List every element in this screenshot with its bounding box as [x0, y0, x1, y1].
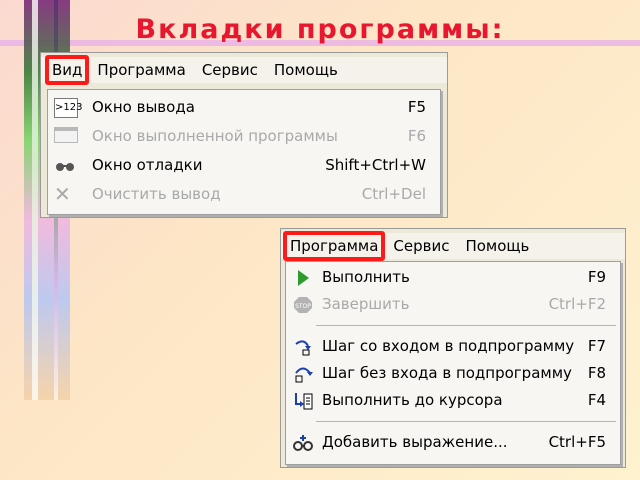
debug-glasses-icon	[54, 156, 76, 174]
menubar: Программа Сервис Помощь	[281, 231, 625, 261]
output-window-icon: >123	[54, 98, 82, 118]
window-icon	[54, 127, 78, 143]
menu-item-label: Очистить вывод	[92, 185, 221, 203]
menu-help[interactable]: Помощь	[457, 237, 537, 255]
menu-item-add-watch[interactable]: Добавить выражение... Ctrl+F5	[286, 429, 620, 456]
step-into-icon	[292, 338, 314, 356]
menu-item-shortcut: F9	[587, 268, 606, 286]
program-dropdown: Выполнить F9 STOP Завершить Ctrl+F2 Шаг …	[285, 261, 621, 465]
menu-item-executed-program-window[interactable]: Окно выполненной программы F6	[48, 122, 440, 151]
menu-view[interactable]: Вид	[45, 55, 90, 85]
svg-text:STOP: STOP	[295, 303, 311, 310]
menu-item-shortcut: Shift+Ctrl+W	[325, 156, 426, 174]
menu-item-shortcut: F6	[407, 127, 426, 145]
run-icon	[292, 269, 314, 287]
menu-item-shortcut: F4	[587, 391, 606, 409]
menu-item-shortcut: Ctrl+Del	[361, 185, 426, 203]
menu-item-shortcut: F7	[587, 337, 606, 355]
menu-service[interactable]: Сервис	[385, 237, 457, 255]
menu-item-label: Добавить выражение...	[322, 433, 508, 451]
menu-item-label: Выполнить до курсора	[322, 391, 503, 409]
menu-help[interactable]: Помощь	[266, 61, 346, 79]
menu-item-label: Завершить	[322, 295, 410, 313]
add-watch-icon	[292, 434, 314, 452]
menu-service[interactable]: Сервис	[194, 61, 266, 79]
menu-item-label: Окно выполненной программы	[92, 127, 338, 145]
menu-item-run[interactable]: Выполнить F9	[286, 264, 620, 291]
menu-item-step-over[interactable]: Шаг без входа в подпрограмму F8	[286, 360, 620, 387]
menu-item-shortcut: F5	[407, 98, 426, 116]
menu-item-run-to-cursor[interactable]: Выполнить до курсора F4	[286, 387, 620, 414]
step-over-icon	[292, 365, 314, 383]
menu-item-stop[interactable]: STOP Завершить Ctrl+F2	[286, 291, 620, 318]
menu-program[interactable]: Программа	[283, 231, 386, 261]
view-menu-window: Вид Программа Сервис Помощь >123 Окно вы…	[40, 52, 448, 218]
run-to-cursor-icon	[292, 392, 314, 410]
menu-program[interactable]: Программа	[89, 61, 193, 79]
menu-item-shortcut: Ctrl+F5	[548, 433, 606, 451]
view-dropdown: >123 Окно вывода F5 Окно выполненной про…	[47, 89, 441, 215]
menu-item-label: Окно вывода	[92, 98, 195, 116]
menu-item-debug-window[interactable]: Окно отладки Shift+Ctrl+W	[48, 151, 440, 180]
menu-item-shortcut: F8	[587, 364, 606, 382]
clear-icon: ✕	[54, 182, 71, 206]
menu-item-label: Выполнить	[322, 268, 410, 286]
menu-separator	[316, 421, 616, 422]
menu-item-output-window[interactable]: >123 Окно вывода F5	[48, 93, 440, 122]
program-menu-window: Программа Сервис Помощь Выполнить F9 STO…	[280, 228, 626, 468]
menu-separator	[316, 325, 616, 326]
menu-item-label: Шаг со входом в подпрограмму	[322, 337, 575, 355]
slide-title: Вкладки программы:	[135, 14, 505, 45]
menu-item-shortcut: Ctrl+F2	[548, 295, 606, 313]
stop-icon: STOP	[292, 296, 314, 314]
menu-item-label: Окно отладки	[92, 156, 203, 174]
menu-item-label: Шаг без входа в подпрограмму	[322, 364, 572, 382]
menu-item-clear-output[interactable]: ✕ Очистить вывод Ctrl+Del	[48, 180, 440, 209]
menu-item-step-into[interactable]: Шаг со входом в подпрограмму F7	[286, 333, 620, 360]
menubar: Вид Программа Сервис Помощь	[41, 55, 447, 85]
